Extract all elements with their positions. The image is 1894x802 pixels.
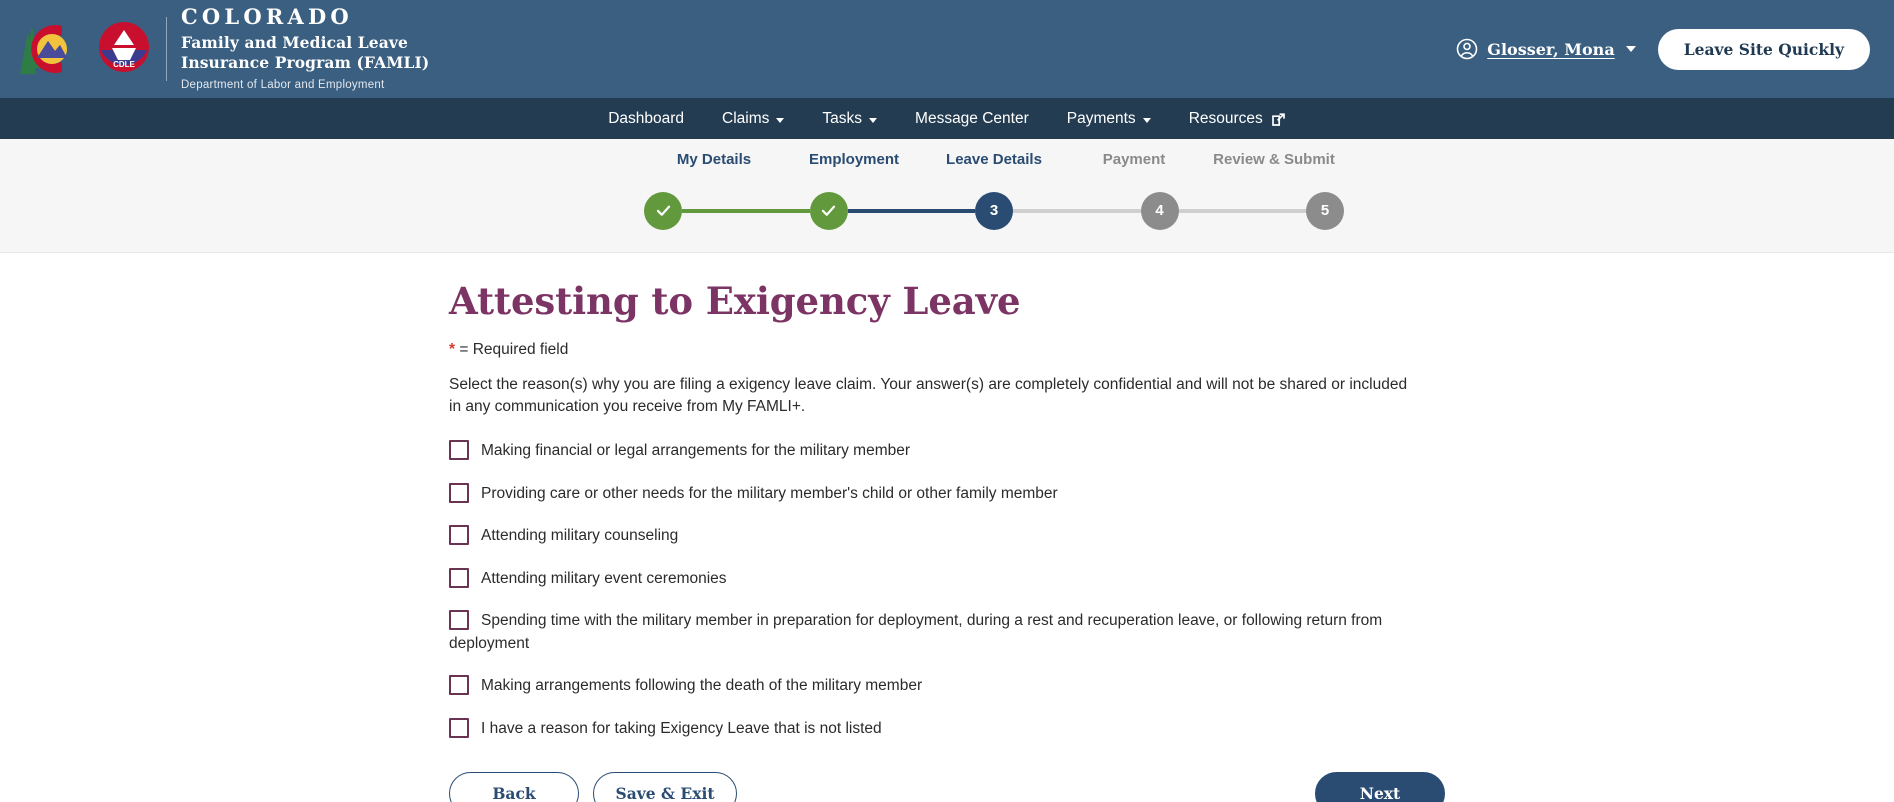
stepper-connector — [682, 208, 810, 213]
save-and-exit-button[interactable]: Save & Exit — [593, 772, 737, 802]
stepper-label-employment: Employment — [808, 151, 899, 168]
chevron-down-icon — [869, 118, 878, 123]
external-link-icon — [1271, 112, 1286, 127]
nav-item-label: Tasks — [822, 109, 863, 127]
svg-text:CDLE: CDLE — [113, 60, 135, 69]
site-header: CDLE COLORADO Family and Medical Leave I… — [0, 0, 1894, 98]
checkbox-option-label: Making financial or legal arrangements f… — [481, 442, 911, 460]
user-menu[interactable]: Glosser, Mona — [1456, 38, 1636, 60]
required-asterisk: * — [449, 340, 456, 358]
checkbox-input[interactable] — [449, 567, 469, 588]
checkbox-option-row[interactable]: Making financial or legal arrangements f… — [449, 440, 1409, 462]
page-title: Attesting to Exigency Leave — [449, 278, 1021, 323]
nav-item-message-center[interactable]: Message Center — [896, 98, 1048, 139]
next-button[interactable]: Next — [1315, 772, 1445, 802]
nav-item-claims[interactable]: Claims — [703, 98, 803, 139]
nav-item-tasks[interactable]: Tasks — [803, 98, 896, 139]
chevron-down-icon — [1142, 118, 1151, 123]
stepper-label-payment: Payment — [1102, 151, 1166, 168]
chevron-down-icon — [1625, 46, 1636, 52]
stepper-connector — [847, 208, 975, 213]
brand-text: COLORADO Family and Medical Leave Insura… — [181, 4, 430, 93]
checkbox-input[interactable] — [449, 675, 469, 696]
checkbox-input[interactable] — [449, 440, 469, 461]
stepper-node-4[interactable]: 4 — [1140, 191, 1179, 230]
exigency-reason-options: Making financial or legal arrangements f… — [449, 440, 1894, 740]
stepper-connector — [1178, 208, 1306, 213]
brand-divider — [166, 16, 167, 81]
brand-department: Department of Labor and Employment — [181, 79, 385, 92]
checkbox-option-label: Making arrangements following the death … — [481, 677, 923, 695]
nav-item-dashboard[interactable]: Dashboard — [589, 98, 703, 139]
nav-item-label: Message Center — [915, 109, 1029, 127]
stepper-node-number: 3 — [989, 202, 999, 220]
checkbox-option-label: Attending military counseling — [481, 527, 679, 545]
checkbox-option-label: I have a reason for taking Exigency Leav… — [481, 719, 882, 737]
form-actions: Back Save & Exit Next — [449, 772, 1445, 802]
nav-item-label: Claims — [722, 109, 770, 127]
brand-state: COLORADO — [181, 4, 353, 29]
stepper-node-number: 4 — [1155, 202, 1164, 220]
checkbox-option-row[interactable]: Making arrangements following the death … — [449, 675, 1409, 697]
stepper-label-leave-details: Leave Details — [946, 151, 1042, 168]
chevron-down-icon — [776, 118, 785, 123]
checkbox-option-label: Attending military event ceremonies — [481, 569, 727, 587]
nav-item-resources[interactable]: Resources — [1170, 98, 1305, 139]
checkbox-input[interactable] — [449, 610, 469, 631]
checkbox-option-label: Spending time with the military member i… — [449, 612, 1383, 652]
check-icon — [656, 205, 670, 217]
checkbox-option-row[interactable]: Attending military counseling — [449, 525, 1409, 547]
stepper-connector — [1013, 208, 1141, 213]
nav-item-label: Payments — [1066, 109, 1136, 127]
nav-item-label: Resources — [1188, 109, 1263, 127]
stepper-node-2[interactable] — [809, 191, 848, 230]
user-name-label: Glosser, Mona — [1487, 39, 1615, 59]
checkbox-option-row[interactable]: Providing care or other needs for the mi… — [449, 482, 1409, 505]
logo-wrap: CDLE — [10, 18, 162, 80]
main-navigation: Dashboard Claims Tasks Message Center Paymen… — [0, 98, 1894, 139]
colorado-logo-icon — [20, 24, 67, 74]
header-right: Glosser, Mona Leave Site Quickly — [1456, 28, 1870, 70]
required-field-text: = Required field — [459, 340, 569, 358]
stepper-track: 3 4 5 — [644, 191, 1344, 230]
back-button[interactable]: Back — [449, 772, 579, 802]
intro-paragraph: Select the reason(s) why you are filing … — [449, 376, 1408, 416]
brand: CDLE COLORADO Family and Medical Leave I… — [10, 4, 430, 93]
main-content: Attesting to Exigency Leave * = Required… — [0, 253, 1894, 802]
stepper-node-5[interactable]: 5 — [1306, 191, 1344, 230]
checkbox-option-row[interactable]: Spending time with the military member i… — [449, 610, 1409, 655]
user-account-icon — [1456, 38, 1478, 60]
brand-program-line2: Insurance Program (FAMLI) — [181, 52, 430, 72]
checkbox-input[interactable] — [449, 525, 469, 546]
check-icon — [821, 205, 836, 217]
stepper-label-my-details: My Details — [676, 151, 752, 168]
page-root: CDLE COLORADO Family and Medical Leave I… — [0, 0, 1894, 802]
checkbox-input[interactable] — [449, 482, 469, 503]
progress-stepper: My Details Employment Leave Details Payment… — [0, 139, 1894, 253]
stepper-node-1[interactable] — [644, 191, 682, 230]
checkbox-option-row[interactable]: I have a reason for taking Exigency Leav… — [449, 717, 1409, 740]
checkbox-option-label: Providing care or other needs for the mi… — [481, 484, 1058, 502]
checkbox-option-row[interactable]: Attending military event ceremonies — [449, 567, 1409, 590]
nav-item-payments[interactable]: Payments — [1048, 98, 1170, 139]
brand-program-line1: Family and Medical Leave — [181, 32, 408, 52]
checkbox-input[interactable] — [449, 717, 469, 738]
cdle-seal-icon: CDLE — [99, 21, 149, 72]
leave-site-quickly-button[interactable]: Leave Site Quickly — [1657, 28, 1870, 70]
nav-item-label: Dashboard — [608, 109, 685, 127]
stepper-node-number: 5 — [1320, 202, 1330, 220]
stepper-label-review-submit: Review & Submit — [1213, 151, 1335, 168]
stepper-labels: My Details Employment Leave Details Payment… — [644, 151, 1344, 170]
required-field-note: * = Required field — [449, 341, 1894, 359]
stepper-node-3[interactable]: 3 — [975, 191, 1013, 230]
